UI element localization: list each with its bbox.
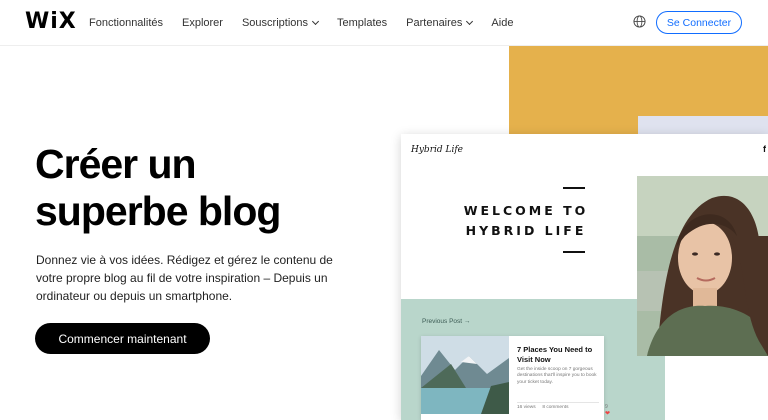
comments-count: 8 comments xyxy=(542,405,569,410)
nav-label: Souscriptions xyxy=(241,17,309,29)
heart-icon: ❤ xyxy=(605,411,611,417)
likes-count: 9 xyxy=(605,404,608,410)
views-count: 16 views xyxy=(517,405,536,410)
nav-label: Templates xyxy=(337,17,388,29)
welcome-line2: HYBRID LIFE xyxy=(465,223,587,238)
likes[interactable]: 9 ❤ xyxy=(605,404,610,417)
start-now-button[interactable]: Commencer maintenant xyxy=(35,323,210,354)
previous-post-link[interactable]: Previous Post → xyxy=(422,318,470,325)
site-header: WiX Fonctionnalités Explorer Souscriptio… xyxy=(0,0,768,46)
post-title: 7 Places You Need to Visit Now xyxy=(517,345,593,364)
globe-icon[interactable] xyxy=(633,15,646,28)
nav-partenaires[interactable]: Partenaires xyxy=(406,17,474,29)
portrait-photo xyxy=(637,176,768,356)
nav-souscriptions[interactable]: Souscriptions xyxy=(241,17,320,29)
login-button[interactable]: Se Connecter xyxy=(656,11,742,34)
nav-label: Fonctionnalités xyxy=(89,17,163,29)
divider-bottom xyxy=(563,251,585,253)
facebook-icon: f xyxy=(763,144,766,154)
wix-logo[interactable]: WiX xyxy=(25,9,77,34)
landscape-illustration xyxy=(421,336,509,414)
nav-fonctionnalites[interactable]: Fonctionnalités xyxy=(89,17,163,29)
hero-description: Donnez vie à vos idées. Rédigez et gérez… xyxy=(36,253,333,303)
nav-label: Explorer xyxy=(182,17,223,29)
hero-title-line2: superbe blog xyxy=(35,188,281,234)
nav-explorer[interactable]: Explorer xyxy=(182,17,223,29)
welcome-line1: WELCOME TO xyxy=(463,203,589,218)
chevron-down-icon xyxy=(311,17,320,26)
nav-templates[interactable]: Templates xyxy=(337,17,387,29)
nav-aide[interactable]: Aide xyxy=(491,17,513,29)
preview-brand: Hybrid Life xyxy=(411,145,464,155)
hero-title: Créer un superbe blog xyxy=(35,141,375,235)
nav-label: Partenaires xyxy=(406,17,463,29)
blog-post-card[interactable]: 7 Places You Need to Visit Now Get the i… xyxy=(421,336,610,420)
decorative-lavender-strip xyxy=(638,116,768,136)
post-excerpt: Get the inside scoop on 7 gorgeous desti… xyxy=(517,367,597,385)
preview-welcome-heading: WELCOME TO HYBRID LIFE xyxy=(431,201,621,241)
chevron-down-icon xyxy=(466,17,474,26)
nav-label: Aide xyxy=(491,17,514,29)
hero-title-line1: Créer un xyxy=(35,141,197,187)
main-nav: Fonctionnalités Explorer Souscriptions T… xyxy=(89,0,532,46)
post-stats: 16 views 8 comments xyxy=(517,405,568,410)
lake-mountain-photo xyxy=(421,336,509,414)
portrait-illustration xyxy=(637,176,768,356)
divider-top xyxy=(563,187,585,189)
card-divider xyxy=(517,402,599,403)
blog-template-preview: Hybrid Life f WELCOME TO HYBRID LIFE Pre… xyxy=(401,134,768,420)
